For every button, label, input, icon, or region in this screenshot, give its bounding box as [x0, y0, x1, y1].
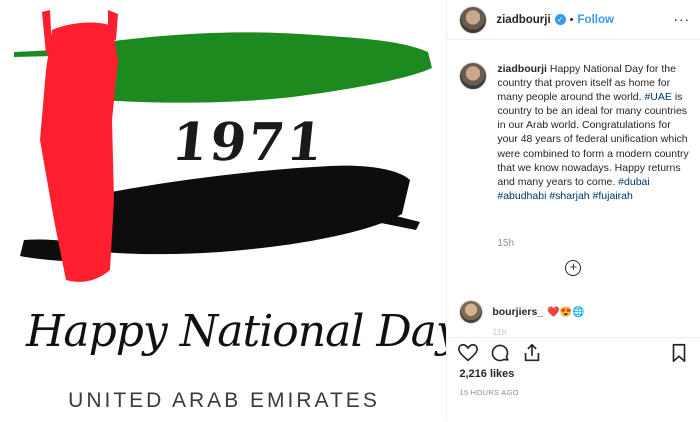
- hashtag-fujairah[interactable]: #fujairah: [593, 190, 633, 202]
- year-text: 1971: [168, 112, 328, 173]
- hashtag-dubai[interactable]: #dubai: [618, 176, 650, 188]
- comment-item: bourjiers_ ❤️😍🌐: [459, 300, 585, 324]
- caption: ziadbourji Happy National Day for the co…: [459, 62, 689, 203]
- separator-dot: •: [569, 13, 574, 26]
- post-header: ziadbourji ✓ • Follow ···: [447, 0, 700, 40]
- comment-icon[interactable]: [489, 342, 511, 364]
- header-username[interactable]: ziadbourji: [496, 14, 550, 26]
- caption-avatar[interactable]: [459, 62, 488, 90]
- post-side-panel: ziadbourji ✓ • Follow ··· ziadbourji Hap…: [447, 0, 700, 421]
- caption-time: 15h: [497, 238, 515, 249]
- actions-bar: 2,216 likes 15 HOURS AGO: [447, 337, 700, 422]
- headline-text: Happy National Day: [26, 306, 448, 357]
- comment-avatar[interactable]: [459, 300, 484, 324]
- hashtag-uae[interactable]: #UAE: [644, 91, 671, 103]
- load-more-comments-icon[interactable]: +: [565, 260, 582, 276]
- country-text: UNITED ARAB EMIRATES: [68, 389, 380, 412]
- comment-time: 11h: [492, 327, 507, 337]
- caption-text: ziadbourji Happy National Day for the co…: [497, 62, 689, 203]
- bookmark-icon[interactable]: [668, 342, 690, 364]
- heart-icon[interactable]: [457, 342, 479, 364]
- comments-area[interactable]: ziadbourji Happy National Day for the co…: [447, 40, 700, 337]
- comment-username[interactable]: bourjiers_: [492, 306, 543, 318]
- caption-body-2: is country to be an ideal for many count…: [497, 91, 689, 188]
- verified-badge-icon: ✓: [554, 14, 566, 25]
- post-image[interactable]: 1971 Happy National Day UNITED ARAB EMIR…: [0, 0, 448, 421]
- caption-username[interactable]: ziadbourji: [497, 63, 547, 75]
- comment-text: ❤️😍🌐: [547, 306, 585, 318]
- instagram-post: 1971 Happy National Day UNITED ARAB EMIR…: [0, 0, 700, 421]
- hashtag-sharjah[interactable]: #sharjah: [549, 190, 589, 202]
- post-timestamp: 15 HOURS AGO: [459, 388, 519, 397]
- more-options-icon[interactable]: ···: [673, 11, 690, 27]
- hashtag-abudhabi[interactable]: #abudhabi: [497, 190, 546, 202]
- share-icon[interactable]: [521, 342, 543, 364]
- likes-count[interactable]: 2,216 likes: [459, 368, 514, 380]
- follow-button[interactable]: Follow: [578, 14, 614, 26]
- avatar[interactable]: [459, 5, 488, 34]
